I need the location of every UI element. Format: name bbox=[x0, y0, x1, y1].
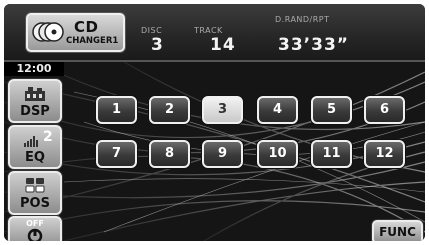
preset-button-3[interactable]: 3 bbox=[202, 96, 243, 124]
preset-button-9[interactable]: 9 bbox=[202, 140, 243, 168]
track-number: 14 bbox=[210, 35, 236, 55]
source-button[interactable]: CD CHANGER1 bbox=[26, 13, 125, 52]
preset-button-8[interactable]: 8 bbox=[149, 140, 190, 168]
preset-button-12[interactable]: 12 bbox=[364, 140, 405, 168]
play-mode-label: D.RAND/RPT bbox=[275, 15, 330, 24]
source-title: CD bbox=[74, 18, 99, 36]
eq-preset-number: 2 bbox=[43, 129, 53, 145]
off-button[interactable]: OFF bbox=[8, 216, 62, 241]
eq-label: EQ bbox=[25, 150, 45, 165]
preset-button-5[interactable]: 5 bbox=[311, 96, 352, 124]
dsp-label: DSP bbox=[20, 104, 50, 119]
disc-number: 3 bbox=[151, 35, 164, 55]
preset-button-6[interactable]: 6 bbox=[364, 96, 405, 124]
dsp-icon bbox=[25, 87, 45, 101]
preset-button-2[interactable]: 2 bbox=[149, 96, 190, 124]
eq-button[interactable]: 2 EQ bbox=[8, 125, 62, 169]
preset-button-11[interactable]: 11 bbox=[311, 140, 352, 168]
preset-button-7[interactable]: 7 bbox=[96, 140, 137, 168]
pos-label: POS bbox=[20, 196, 50, 211]
status-bar: CD CHANGER1 DISC 3 TRACK 14 D.RAND/RPT 3… bbox=[4, 4, 425, 62]
seat-position-icon bbox=[25, 178, 45, 193]
clock: 12:00 bbox=[4, 62, 64, 76]
off-label: OFF bbox=[26, 219, 44, 228]
elapsed-time: 33’33” bbox=[278, 35, 349, 55]
disc-label: DISC bbox=[141, 26, 163, 35]
dsp-button[interactable]: DSP bbox=[8, 79, 62, 123]
source-subtitle: CHANGER1 bbox=[66, 36, 119, 46]
preset-button-1[interactable]: 1 bbox=[96, 96, 137, 124]
cd-changer-icon bbox=[32, 22, 64, 42]
track-label: TRACK bbox=[194, 26, 223, 35]
head-unit-screen: CD CHANGER1 DISC 3 TRACK 14 D.RAND/RPT 3… bbox=[0, 0, 429, 245]
display-panel: CD CHANGER1 DISC 3 TRACK 14 D.RAND/RPT 3… bbox=[4, 4, 425, 241]
preset-button-10[interactable]: 10 bbox=[257, 140, 298, 168]
preset-button-4[interactable]: 4 bbox=[257, 96, 298, 124]
power-off-speaker-icon bbox=[27, 228, 43, 241]
func-button[interactable]: FUNC bbox=[372, 220, 423, 241]
pos-button[interactable]: POS bbox=[8, 171, 62, 215]
